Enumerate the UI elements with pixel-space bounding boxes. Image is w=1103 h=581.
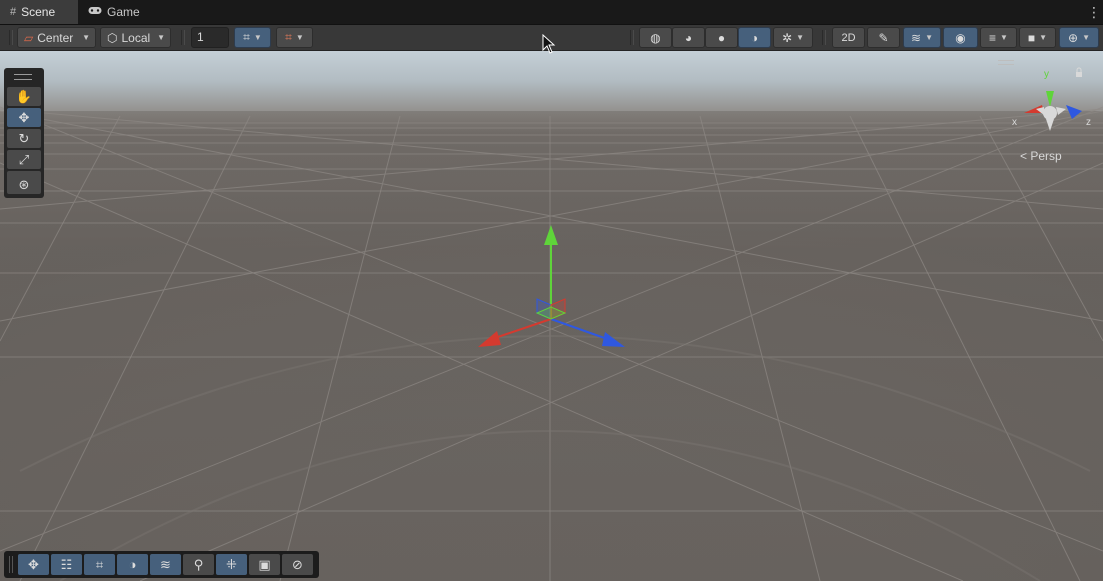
bug-icon: ✲ xyxy=(782,30,793,45)
effects-dropdown[interactable]: ≋ ▼ xyxy=(903,27,941,48)
tab-scene[interactable]: # Scene xyxy=(0,0,78,24)
chevron-down-icon: ▼ xyxy=(295,33,304,42)
space-dropdown[interactable]: ⬡ Local ▼ xyxy=(100,27,171,48)
chevron-down-icon: ▼ xyxy=(796,33,804,42)
increment-snap-icon: ⌗ xyxy=(285,30,292,44)
toolbar-grip[interactable] xyxy=(822,30,826,45)
overlay-tool-settings-button[interactable]: ☷ xyxy=(51,554,82,575)
gizmo-icon: ⊕ xyxy=(1068,30,1079,45)
chevron-down-icon: ▼ xyxy=(925,33,933,42)
orientation-gizmo[interactable]: y x z xyxy=(1008,63,1100,143)
debug-draw-dropdown[interactable]: ✲ ▼ xyxy=(773,27,813,48)
gizmos-dropdown[interactable]: ⊕ ▼ xyxy=(1059,27,1099,48)
toolbar-grip[interactable] xyxy=(181,30,185,45)
increment-snap-toggle[interactable]: ⌗ ▼ xyxy=(276,27,313,48)
wireframe-sphere-icon: ◍ xyxy=(650,30,661,45)
lock-icon[interactable] xyxy=(1076,67,1082,77)
layers-icon: ≡ xyxy=(989,30,997,45)
layers-effects-icon: ≋ xyxy=(911,30,922,45)
overlay-move-button[interactable]: ✥ xyxy=(18,554,49,575)
camera-dropdown[interactable]: ■ ▼ xyxy=(1019,27,1056,48)
overlay-camera-button[interactable]: ▣ xyxy=(249,554,280,575)
toolbar-grip[interactable] xyxy=(630,30,634,45)
overlay-toolbar: ✥ ☷ ⌗ ◑ ≋ ⚲ ⁜ ▣ ⊘ xyxy=(4,551,319,578)
2d-toggle[interactable]: 2D xyxy=(832,27,865,48)
mouse-cursor-icon xyxy=(542,34,556,54)
pivot-icon: ⁜ xyxy=(226,556,237,572)
pivot-center-icon: ▱ xyxy=(24,30,34,45)
camera-icon: ▣ xyxy=(258,556,271,572)
overlay-search-button[interactable]: ⚲ xyxy=(183,554,214,575)
lighting-toggle[interactable]: ✎ xyxy=(867,27,900,48)
camera-mode-label[interactable]: < Persp xyxy=(1020,149,1062,163)
camera-icon: ■ xyxy=(1027,30,1036,45)
compass-icon: ⊘ xyxy=(292,556,303,572)
cube-icon: ⬡ xyxy=(107,30,118,45)
pivot-dropdown[interactable]: ▱ Center ▼ xyxy=(17,27,96,48)
grid-icon: # xyxy=(10,6,17,18)
shaded-wireframe-button[interactable]: ◕ xyxy=(672,27,705,48)
lit-shading-button[interactable]: ◑ xyxy=(738,27,771,48)
layers-dropdown[interactable]: ≡ ▼ xyxy=(980,27,1017,48)
move-icon: ✥ xyxy=(28,556,39,572)
gizmo-y-label: y xyxy=(1044,69,1049,80)
grid-snap-icon: ⌗ xyxy=(95,556,104,572)
visibility-toggle[interactable]: ◉ xyxy=(943,27,978,48)
rotate-icon: ↻ xyxy=(18,130,30,146)
lit-sphere-icon: ◑ xyxy=(750,30,759,45)
overlay-layers-button[interactable]: ≋ xyxy=(150,554,181,575)
scale-icon: ⤢ xyxy=(18,151,30,167)
solid-sphere-icon: ● xyxy=(717,30,726,45)
tab-scene-label: Scene xyxy=(21,5,56,19)
chevron-down-icon: ▼ xyxy=(1082,33,1090,42)
ground-grid xyxy=(0,106,1103,581)
chevron-down-icon: ▼ xyxy=(82,33,90,42)
grid-snap-toggle[interactable]: ⌗ ▼ xyxy=(234,27,271,48)
grid-snap-icon: ⌗ xyxy=(243,30,250,44)
chevron-down-icon: ▼ xyxy=(253,33,262,42)
search-icon: ⚲ xyxy=(193,556,204,572)
gizmo-z-label: z xyxy=(1086,117,1091,128)
pivot-dropdown-label: Center xyxy=(37,30,74,45)
tab-bar: # Scene Game ⋮ xyxy=(0,0,1103,25)
layers-icon: ≋ xyxy=(160,556,171,572)
hand-tool-button[interactable]: ✋ xyxy=(7,87,41,106)
wireframe-shading-button[interactable]: ◍ xyxy=(639,27,672,48)
2d-icon: 2D xyxy=(841,31,856,44)
grid-size-input[interactable]: 1 xyxy=(191,27,229,48)
chevron-down-icon: ▼ xyxy=(1000,33,1008,42)
scale-tool-button[interactable]: ⤢ xyxy=(7,150,41,169)
chevron-down-icon: ▼ xyxy=(157,33,165,42)
light-icon: ✎ xyxy=(878,30,889,45)
toolbar-grip[interactable] xyxy=(9,30,13,45)
tab-game[interactable]: Game xyxy=(78,0,150,24)
overlay-grid-button[interactable]: ⌗ xyxy=(84,554,115,575)
chevron-down-icon: ▼ xyxy=(1039,33,1048,42)
eye-icon: ◉ xyxy=(955,30,966,45)
move-tool-button[interactable]: ✥ xyxy=(7,108,41,127)
gamepad-icon xyxy=(88,6,102,18)
gizmo-x-label: x xyxy=(1012,117,1017,128)
transform-tool-button[interactable]: ⊛ xyxy=(7,175,41,194)
overlay-navigation-button[interactable]: ⊘ xyxy=(282,554,313,575)
tool-settings-icon: ☷ xyxy=(60,556,73,572)
overlay-toolbar-grip[interactable] xyxy=(9,556,13,573)
tab-game-label: Game xyxy=(107,5,140,19)
palette-handle[interactable] xyxy=(14,74,32,80)
shaded-wireframe-icon: ◕ xyxy=(684,30,693,45)
space-dropdown-label: Local xyxy=(121,30,151,45)
scene-viewport[interactable]: ✋ ✥ ↻ ⤢ ⬚ ⊛ y x z < Persp ✥ ☷ ⌗ ◑ ≋ ⚲ ⁜ … xyxy=(0,51,1103,581)
hand-icon: ✋ xyxy=(15,88,33,104)
transform-icon: ⊛ xyxy=(18,176,30,192)
overlay-pivot-button[interactable]: ⁜ xyxy=(216,554,247,575)
move-icon: ✥ xyxy=(18,109,30,125)
shaded-button[interactable]: ● xyxy=(705,27,738,48)
more-options-icon[interactable]: ⋮ xyxy=(1087,4,1101,20)
lit-sphere-icon: ◑ xyxy=(128,557,137,572)
rotate-tool-button[interactable]: ↻ xyxy=(7,129,41,148)
overlay-shading-button[interactable]: ◑ xyxy=(117,554,148,575)
